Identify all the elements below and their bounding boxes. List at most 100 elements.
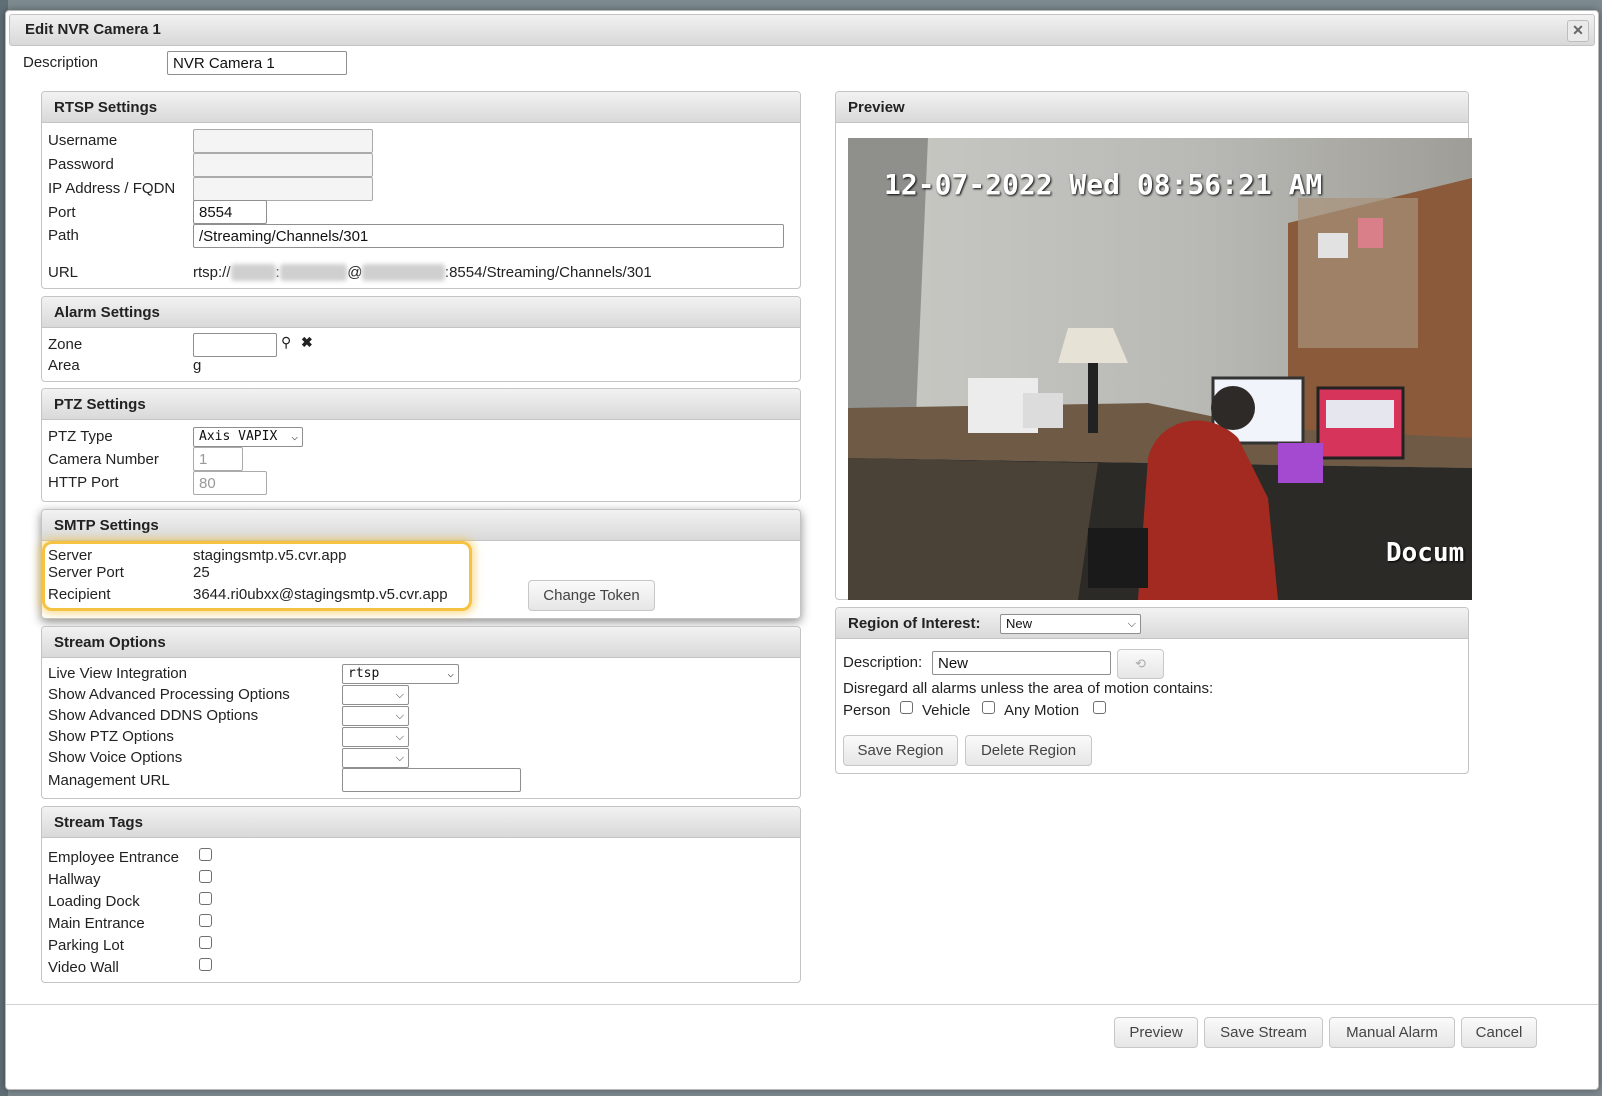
roi-title: Region of Interest:: [848, 615, 981, 632]
description-label: Description: [23, 54, 99, 71]
stream-tags-panel: Stream Tags: [41, 806, 801, 983]
management-url-label: Management URL: [48, 772, 170, 789]
adv-processing-label: Show Advanced Processing Options: [48, 686, 290, 703]
ptz-type-select[interactable]: Axis VAPIX ⌵: [193, 427, 303, 447]
ip-address-label: IP Address / FQDN: [48, 180, 176, 197]
tag-checkbox[interactable]: [199, 892, 212, 905]
ptz-settings-header: PTZ Settings: [42, 389, 800, 420]
url-label: URL: [48, 264, 79, 281]
stream-tags-header: Stream Tags: [42, 807, 800, 838]
alarm-settings-title: Alarm Settings: [54, 304, 160, 321]
roi-select-value: New: [1006, 616, 1033, 631]
url-at: @: [347, 264, 363, 281]
zone-label: Zone: [48, 336, 83, 353]
stream-tags-title: Stream Tags: [54, 814, 143, 831]
username-input[interactable]: [193, 129, 373, 153]
save-region-button[interactable]: Save Region: [843, 735, 958, 766]
zone-input[interactable]: [193, 333, 277, 357]
cancel-button[interactable]: Cancel: [1461, 1017, 1537, 1048]
camera-number-input[interactable]: [193, 447, 243, 471]
tag-checkbox[interactable]: [199, 870, 212, 883]
preview-button[interactable]: Preview: [1114, 1017, 1198, 1048]
username-label: Username: [48, 132, 118, 149]
roi-disregard-text: Disregard all alarms unless the area of …: [843, 680, 1214, 697]
preview-corner-overlay: Docum: [1386, 538, 1465, 568]
edit-camera-dialog: Edit NVR Camera 1 ✕ Description RTSP Set…: [5, 10, 1599, 1090]
live-view-select[interactable]: rtsp ⌵: [342, 664, 459, 684]
ptz-settings-title: PTZ Settings: [54, 396, 146, 413]
change-token-button[interactable]: Change Token: [528, 580, 655, 611]
rtsp-settings-title: RTSP Settings: [54, 99, 158, 116]
chevron-down-icon: ⌵: [395, 752, 404, 764]
chevron-down-icon: ⌵: [395, 731, 404, 743]
camera-number-label: Camera Number: [48, 451, 159, 468]
tag-checkbox[interactable]: [199, 914, 212, 927]
smtp-server-label: Server: [48, 547, 93, 564]
dialog-title: Edit NVR Camera 1: [25, 21, 161, 38]
preview-timestamp-overlay: 12-07-2022 Wed 08:56:21 AM: [884, 168, 1323, 201]
roi-description-input[interactable]: [932, 651, 1111, 675]
roi-select[interactable]: New ⌵: [1000, 614, 1141, 634]
close-icon[interactable]: ✕: [1567, 20, 1589, 42]
area-value: g: [193, 357, 202, 374]
tag-label: Main Entrance: [48, 915, 145, 932]
vehicle-checkbox[interactable]: [982, 701, 995, 714]
dialog-titlebar[interactable]: Edit NVR Camera 1 ✕: [9, 14, 1595, 46]
live-view-label: Live View Integration: [48, 665, 187, 682]
chevron-down-icon: ⌵: [291, 430, 298, 443]
url-suffix: :8554/Streaming/Channels/301: [444, 264, 652, 281]
roi-header: Region of Interest:: [836, 608, 1468, 639]
person-label: Person: [843, 702, 891, 719]
tag-label: Hallway: [48, 871, 101, 888]
chevron-down-icon: ⌵: [447, 667, 454, 680]
management-url-input[interactable]: [342, 768, 521, 792]
person-checkbox[interactable]: [900, 701, 913, 714]
adv-processing-select[interactable]: ⌵: [342, 685, 409, 705]
delete-region-button[interactable]: Delete Region: [965, 735, 1092, 766]
preview-header: Preview: [836, 92, 1468, 123]
url-value: rtsp://xxxxxx:xxxxxxxxx@xxxxxxxxxxx:8554…: [193, 264, 652, 281]
smtp-port-label: Server Port: [48, 564, 124, 581]
ptz-options-select[interactable]: ⌵: [342, 727, 409, 747]
http-port-input[interactable]: [193, 471, 267, 495]
tag-label: Loading Dock: [48, 893, 140, 910]
tag-checkbox[interactable]: [199, 958, 212, 971]
roi-description-label: Description:: [843, 654, 923, 671]
tag-checkbox[interactable]: [199, 936, 212, 949]
search-icon[interactable]: ⚲: [281, 334, 291, 351]
smtp-settings-header: SMTP Settings: [42, 510, 800, 541]
chevron-down-icon: ⌵: [395, 689, 404, 701]
path-label: Path: [48, 227, 79, 244]
tag-label: Video Wall: [48, 959, 119, 976]
ptz-options-label: Show PTZ Options: [48, 728, 174, 745]
ip-address-input[interactable]: [193, 177, 373, 201]
refresh-icon[interactable]: ⟲: [1117, 649, 1164, 679]
port-input[interactable]: [193, 200, 267, 224]
url-username-redacted: xxxxxx: [230, 264, 276, 281]
vehicle-label: Vehicle: [922, 702, 971, 719]
adv-ddns-select[interactable]: ⌵: [342, 706, 409, 726]
footer-divider: [6, 1004, 1598, 1005]
smtp-recipient-value: 3644.ri0ubxx@stagingsmtp.v5.cvr.app: [193, 586, 448, 603]
ptz-settings-panel: PTZ Settings: [41, 388, 801, 502]
tag-checkbox[interactable]: [199, 848, 212, 861]
preview-title: Preview: [848, 99, 905, 116]
live-view-value: rtsp: [348, 666, 380, 681]
tag-label: Employee Entrance: [48, 849, 179, 866]
any-motion-checkbox[interactable]: [1093, 701, 1106, 714]
alarm-settings-header: Alarm Settings: [42, 297, 800, 328]
ptz-type-label: PTZ Type: [48, 428, 113, 445]
camera-preview-image[interactable]: 12-07-2022 Wed 08:56:21 AM Docum: [848, 138, 1472, 600]
stream-options-header: Stream Options: [42, 627, 800, 658]
path-input[interactable]: [193, 224, 784, 248]
description-input[interactable]: [167, 51, 347, 75]
save-stream-button[interactable]: Save Stream: [1204, 1017, 1323, 1048]
manual-alarm-button[interactable]: Manual Alarm: [1329, 1017, 1455, 1048]
clear-zone-icon[interactable]: ✖: [301, 334, 313, 351]
url-password-redacted: xxxxxxxxx: [279, 264, 348, 281]
voice-options-select[interactable]: ⌵: [342, 748, 409, 768]
port-label: Port: [48, 204, 76, 221]
password-input[interactable]: [193, 153, 373, 177]
alarm-settings-panel: Alarm Settings: [41, 296, 801, 382]
stream-options-title: Stream Options: [54, 634, 166, 651]
